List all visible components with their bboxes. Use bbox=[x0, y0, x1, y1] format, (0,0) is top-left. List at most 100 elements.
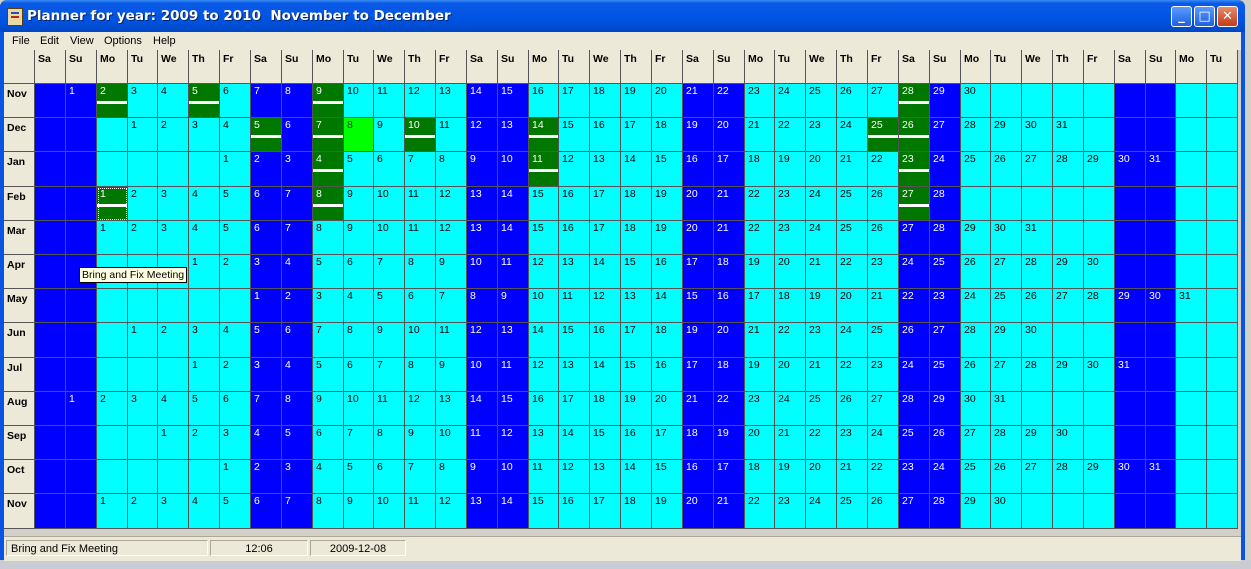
day-cell[interactable]: 17 bbox=[590, 494, 621, 529]
day-cell[interactable]: 9 bbox=[374, 323, 405, 358]
day-cell[interactable]: 6 bbox=[344, 255, 374, 289]
day-cell[interactable]: 2 bbox=[282, 289, 313, 323]
day-cell[interactable]: 3 bbox=[313, 289, 344, 323]
event-day-cell[interactable]: 5 bbox=[251, 118, 282, 152]
day-cell[interactable]: 1 bbox=[220, 152, 251, 187]
day-cell[interactable]: 9 bbox=[467, 152, 498, 187]
empty-cell[interactable] bbox=[1207, 289, 1238, 323]
day-cell[interactable]: 16 bbox=[529, 84, 559, 118]
day-cell[interactable]: 27 bbox=[1053, 289, 1084, 323]
empty-cell[interactable] bbox=[128, 426, 158, 460]
empty-cell[interactable] bbox=[1207, 255, 1238, 289]
day-cell[interactable]: 29 bbox=[991, 323, 1022, 358]
day-cell[interactable]: 31 bbox=[1115, 358, 1146, 392]
day-cell[interactable]: 22 bbox=[868, 152, 899, 187]
empty-cell[interactable] bbox=[1115, 118, 1146, 152]
day-cell[interactable]: 21 bbox=[806, 255, 837, 289]
day-cell[interactable]: 3 bbox=[158, 187, 189, 221]
day-cell[interactable]: 14 bbox=[467, 84, 498, 118]
day-cell[interactable]: 20 bbox=[683, 494, 714, 529]
empty-cell[interactable] bbox=[1176, 426, 1207, 460]
empty-cell[interactable] bbox=[1084, 426, 1115, 460]
empty-cell[interactable] bbox=[189, 460, 220, 494]
day-cell[interactable]: 6 bbox=[374, 152, 405, 187]
day-cell[interactable]: 3 bbox=[158, 221, 189, 255]
day-cell[interactable]: 8 bbox=[436, 152, 467, 187]
day-cell[interactable]: 30 bbox=[1053, 426, 1084, 460]
day-cell[interactable]: 22 bbox=[806, 426, 837, 460]
event-day-cell[interactable]: 9 bbox=[313, 84, 344, 118]
day-cell[interactable]: 5 bbox=[220, 494, 251, 529]
empty-cell[interactable] bbox=[1115, 187, 1146, 221]
day-cell[interactable]: 20 bbox=[652, 84, 683, 118]
day-cell[interactable]: 13 bbox=[529, 426, 559, 460]
day-cell[interactable]: 20 bbox=[837, 289, 868, 323]
event-day-cell[interactable]: 5 bbox=[189, 84, 220, 118]
day-cell[interactable]: 13 bbox=[498, 323, 529, 358]
day-cell[interactable]: 5 bbox=[251, 323, 282, 358]
day-cell[interactable]: 13 bbox=[621, 289, 652, 323]
day-cell[interactable]: 16 bbox=[714, 289, 745, 323]
empty-cell[interactable] bbox=[1207, 426, 1238, 460]
minimize-button[interactable]: _ bbox=[1171, 6, 1192, 27]
empty-cell[interactable] bbox=[1115, 392, 1146, 426]
empty-cell[interactable] bbox=[97, 152, 128, 187]
event-day-cell[interactable]: 7 bbox=[313, 118, 344, 152]
day-cell[interactable]: 30 bbox=[991, 221, 1022, 255]
day-cell[interactable]: 11 bbox=[374, 84, 405, 118]
day-cell[interactable]: 23 bbox=[868, 358, 899, 392]
day-cell[interactable]: 1 bbox=[66, 392, 97, 426]
day-cell[interactable]: 28 bbox=[1053, 152, 1084, 187]
empty-cell[interactable] bbox=[1084, 221, 1115, 255]
maximize-button[interactable]: □ bbox=[1194, 6, 1215, 27]
day-cell[interactable]: 19 bbox=[621, 84, 652, 118]
day-cell[interactable]: 29 bbox=[1115, 289, 1146, 323]
day-cell[interactable]: 24 bbox=[837, 323, 868, 358]
day-cell[interactable]: 4 bbox=[344, 289, 374, 323]
day-cell[interactable]: 25 bbox=[806, 392, 837, 426]
day-cell[interactable]: 2 bbox=[158, 118, 189, 152]
empty-cell[interactable] bbox=[991, 84, 1022, 118]
day-cell[interactable]: 19 bbox=[714, 426, 745, 460]
day-cell[interactable]: 12 bbox=[559, 460, 590, 494]
day-cell[interactable]: 26 bbox=[837, 84, 868, 118]
day-cell[interactable]: 8 bbox=[282, 84, 313, 118]
day-cell[interactable]: 14 bbox=[498, 494, 529, 529]
day-cell[interactable]: 18 bbox=[590, 392, 621, 426]
day-cell[interactable]: 25 bbox=[899, 426, 930, 460]
day-cell[interactable]: 3 bbox=[220, 426, 251, 460]
day-cell[interactable]: 7 bbox=[251, 84, 282, 118]
day-cell[interactable]: 23 bbox=[837, 426, 868, 460]
day-cell[interactable]: 9 bbox=[498, 289, 529, 323]
day-cell[interactable]: 12 bbox=[467, 118, 498, 152]
day-cell[interactable]: 18 bbox=[745, 460, 775, 494]
day-cell[interactable]: 20 bbox=[806, 152, 837, 187]
day-cell[interactable]: 2 bbox=[189, 426, 220, 460]
empty-cell[interactable] bbox=[1176, 358, 1207, 392]
day-cell[interactable]: 12 bbox=[590, 289, 621, 323]
day-cell[interactable]: 30 bbox=[1146, 289, 1176, 323]
day-cell[interactable]: 1 bbox=[220, 460, 251, 494]
day-cell[interactable]: 22 bbox=[837, 358, 868, 392]
day-cell[interactable]: 27 bbox=[961, 426, 991, 460]
empty-cell[interactable] bbox=[1176, 152, 1207, 187]
day-cell[interactable]: 21 bbox=[683, 84, 714, 118]
empty-cell[interactable] bbox=[1176, 323, 1207, 358]
day-cell[interactable]: 1 bbox=[189, 358, 220, 392]
day-cell[interactable]: 6 bbox=[344, 358, 374, 392]
day-cell[interactable]: 7 bbox=[282, 494, 313, 529]
day-cell[interactable]: 14 bbox=[498, 187, 529, 221]
day-cell[interactable]: 16 bbox=[590, 118, 621, 152]
empty-cell[interactable] bbox=[1207, 323, 1238, 358]
empty-cell[interactable] bbox=[1053, 187, 1084, 221]
day-cell[interactable]: 15 bbox=[559, 323, 590, 358]
day-cell[interactable]: 21 bbox=[775, 426, 806, 460]
day-cell[interactable]: 6 bbox=[374, 460, 405, 494]
day-cell[interactable]: 1 bbox=[128, 323, 158, 358]
day-cell[interactable]: 7 bbox=[436, 289, 467, 323]
empty-cell[interactable] bbox=[1053, 84, 1084, 118]
event-day-cell[interactable]: 4 bbox=[313, 152, 344, 187]
day-cell[interactable]: 8 bbox=[313, 221, 344, 255]
day-cell[interactable]: 7 bbox=[374, 255, 405, 289]
day-cell[interactable]: 24 bbox=[930, 460, 961, 494]
